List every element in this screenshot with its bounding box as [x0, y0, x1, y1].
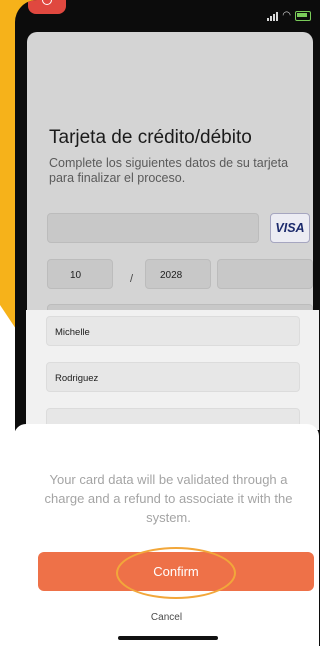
sheet-message: Your card data will be validated through…	[44, 472, 293, 525]
home-indicator	[118, 636, 218, 640]
first-name-field[interactable]: Michelle	[46, 316, 300, 346]
date-separator: /	[130, 273, 134, 285]
card-number-field[interactable]	[47, 213, 259, 243]
status-bar: ◠	[15, 0, 320, 30]
expiry-month-field[interactable]: 10	[47, 259, 113, 289]
confirmation-sheet: Your card data will be validated through…	[14, 424, 319, 646]
cancel-button[interactable]: Cancel	[14, 612, 319, 623]
signal-icon	[267, 11, 279, 21]
expiry-year-field[interactable]: 2028	[145, 259, 211, 289]
app-badge	[28, 0, 66, 14]
record-icon	[42, 0, 52, 5]
card-brand-badge: VISA	[270, 213, 310, 243]
last-name-field[interactable]: Rodriguez	[46, 362, 300, 392]
cvv-field[interactable]	[217, 259, 313, 289]
name-section: Michelle Rodriguez	[26, 310, 319, 438]
page-description: Complete los siguientes datos de su tarj…	[49, 156, 289, 185]
confirm-button[interactable]: Confirm	[38, 552, 314, 591]
page-title: Tarjeta de crédito/débito	[49, 127, 252, 148]
wifi-icon: ◠	[282, 10, 291, 21]
battery-charging-icon	[295, 10, 311, 21]
